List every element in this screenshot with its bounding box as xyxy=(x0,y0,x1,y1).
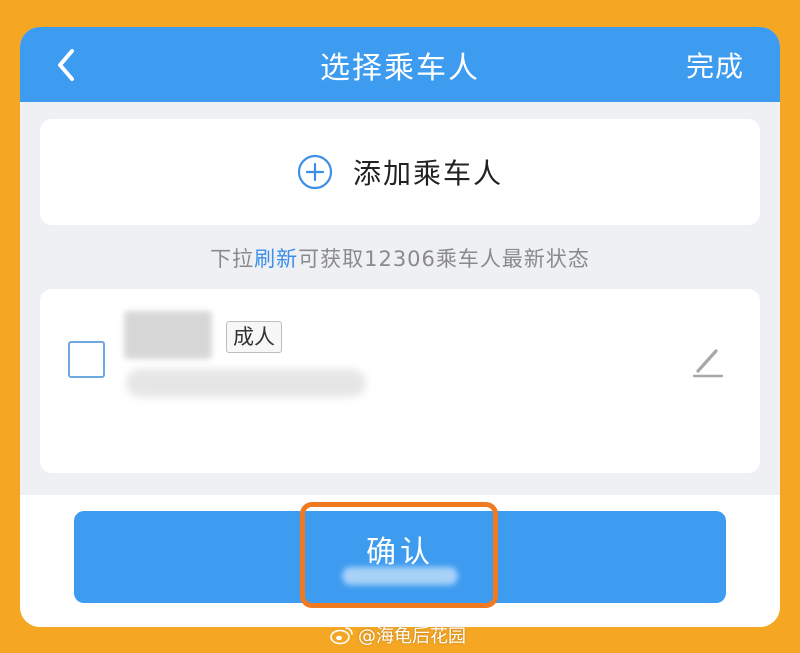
watermark-text: @海龟后花园 xyxy=(358,626,466,647)
passenger-type-badge: 成人 xyxy=(226,321,282,353)
add-passenger-label: 添加乘车人 xyxy=(352,157,503,190)
add-passenger-button[interactable]: 添加乘车人 xyxy=(40,119,760,225)
done-button[interactable]: 完成 xyxy=(686,45,744,85)
plus-circle-icon xyxy=(297,154,333,190)
nav-bar: 选择乘车人 完成 xyxy=(20,27,780,102)
hint-suffix: 可获取12306乘车人最新状态 xyxy=(298,247,590,271)
passenger-checkbox[interactable] xyxy=(68,341,105,378)
page-title: 选择乘车人 xyxy=(320,51,480,86)
passenger-name-redacted xyxy=(124,311,212,359)
edit-passenger-button[interactable] xyxy=(688,341,728,381)
add-passenger-content: 添加乘车人 xyxy=(40,149,760,195)
refresh-link[interactable]: 刷新 xyxy=(254,247,298,271)
passenger-id-redacted xyxy=(126,369,366,397)
watermark: @海龟后花园 xyxy=(330,622,466,648)
hint-prefix: 下拉 xyxy=(210,247,255,271)
pencil-icon xyxy=(692,349,724,378)
passenger-item[interactable]: 成人 xyxy=(40,289,760,473)
refresh-hint: 下拉刷新可获取12306乘车人最新状态 xyxy=(20,243,780,273)
highlight-annotation xyxy=(300,502,498,608)
weibo-logo-icon xyxy=(330,627,353,645)
